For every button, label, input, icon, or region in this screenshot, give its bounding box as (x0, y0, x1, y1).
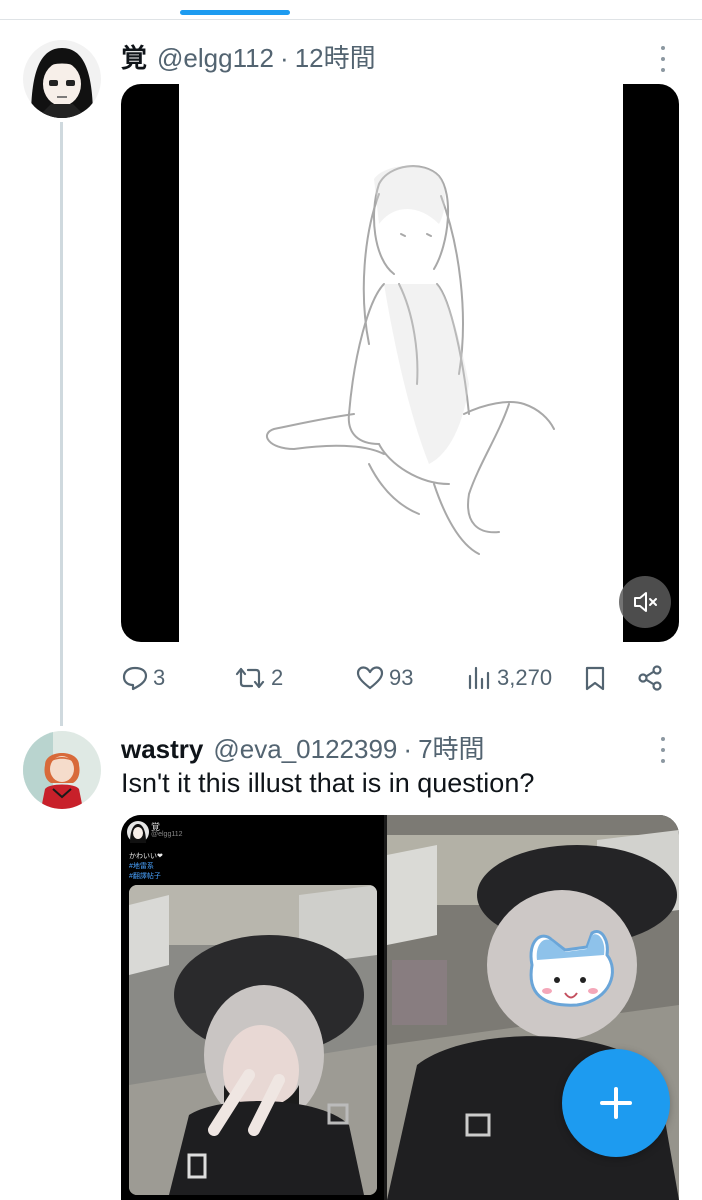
retweet-count: 2 (271, 665, 284, 690)
plus-icon (600, 1087, 632, 1119)
avatar[interactable] (23, 40, 101, 118)
heart-icon (356, 666, 384, 690)
share-icon (638, 665, 662, 691)
author-handle[interactable]: @eva_0122399 (213, 734, 397, 765)
author-name[interactable]: wastry (121, 734, 203, 765)
like-count: 93 (389, 665, 414, 690)
view-count: 3,270 (497, 665, 553, 690)
mini-hashtag: #翻譯帖子 (129, 873, 161, 880)
tweet-video[interactable] (121, 84, 679, 642)
tweet-text: Isn't it this illust that is in question… (121, 768, 535, 798)
like-button[interactable]: 93 (355, 660, 413, 696)
bookmark-button[interactable] (581, 660, 613, 696)
reply-icon (122, 666, 148, 691)
views-icon (468, 666, 490, 690)
tweet-timestamp[interactable]: 7時間 (418, 729, 484, 766)
reply-button[interactable]: 3 (121, 660, 165, 696)
video-frame (179, 84, 623, 642)
mini-hashtag: #地雷系 (129, 863, 154, 870)
embedded-screenshot: 覚 @elgg112 かわいい❤ #地雷系 #翻譯帖子 (121, 815, 384, 1200)
active-tab-indicator (180, 10, 290, 15)
mini-tweet-text: かわいい❤ (129, 853, 163, 860)
top-tab-bar (0, 0, 702, 20)
avatar[interactable] (23, 731, 101, 809)
header-separator: · (403, 734, 413, 764)
more-icon[interactable] (653, 44, 673, 74)
thread-connector-line (60, 122, 63, 726)
sketch-illustration (266, 165, 555, 555)
compose-button[interactable] (562, 1049, 670, 1157)
mini-avatar (127, 821, 149, 843)
views-button[interactable]: 3,270 (465, 660, 552, 696)
bookmark-icon (585, 666, 605, 691)
tweet-header: wastry @eva_0122399 · 7時間 (121, 729, 485, 766)
mini-author-handle: @elgg112 (151, 831, 183, 838)
reply-count: 3 (153, 665, 166, 690)
retweet-icon (235, 667, 265, 689)
tweet-actions: 3 2 93 3,270 (121, 660, 679, 696)
mute-button[interactable] (619, 576, 671, 628)
more-icon[interactable] (653, 735, 673, 765)
author-handle[interactable]: @elgg112 (157, 43, 274, 74)
mute-icon (634, 592, 657, 612)
anime-avatar-image (23, 40, 101, 118)
photo-left (129, 885, 377, 1195)
header-separator: · (280, 43, 289, 73)
tweet-timestamp[interactable]: 12時間 (295, 38, 376, 75)
tweet-header: 覚 @elgg112 · 12時間 (121, 38, 376, 75)
retweet-button[interactable]: 2 (233, 660, 283, 696)
anime-avatar-image (23, 731, 101, 809)
author-name[interactable]: 覚 (121, 38, 147, 75)
share-button[interactable] (636, 660, 668, 696)
